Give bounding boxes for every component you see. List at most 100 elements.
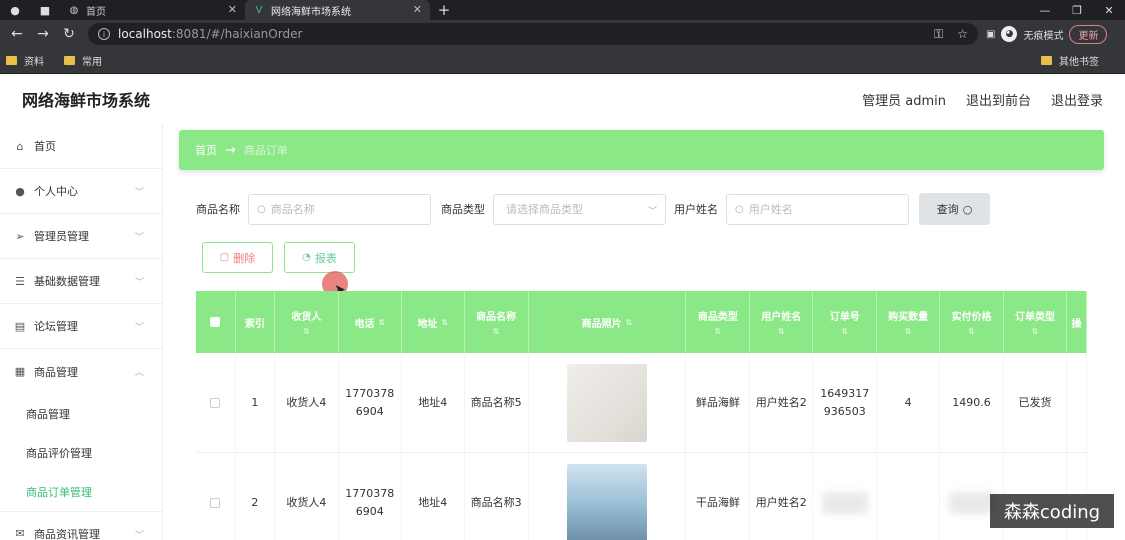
cell-price: 1490.6 (940, 353, 1005, 452)
product-name-input[interactable]: ○ 商品名称 (248, 193, 431, 225)
arrow-right-icon: → (225, 142, 236, 158)
sidebar-item-news[interactable]: ✉ 商品资讯管理 ﹀ (0, 511, 162, 540)
tab-search-icon[interactable]: ■ (30, 0, 60, 20)
sidebar-item-home[interactable]: ⌂ 首页 (0, 124, 162, 169)
column-header[interactable]: 地址 ⇅ (402, 291, 465, 353)
sidebar-item-label: 商品管理 (34, 365, 78, 379)
product-photo[interactable] (567, 463, 647, 540)
sidebar-item-admin[interactable]: ➢ 管理员管理 ﹀ (0, 214, 162, 259)
search-icon: ○ (257, 203, 266, 215)
breadcrumb-home[interactable]: 首页 (195, 142, 217, 158)
restore-icon[interactable]: ❐ (1061, 0, 1093, 20)
new-tab-button[interactable]: + (430, 0, 458, 20)
chevron-down-icon: ﹀ (134, 233, 144, 243)
product-photo[interactable] (567, 363, 647, 442)
column-header: 操 (1067, 291, 1087, 353)
table-row[interactable]: 1 收货人4 17703786904 地址4 商品名称5 鲜品海鲜 用户姓名2 … (196, 353, 1087, 453)
sidebar-item-label: 个人中心 (34, 185, 78, 198)
column-header[interactable]: 商品类型 ⇅ (686, 291, 751, 353)
incognito-icon[interactable]: ◕ (1001, 26, 1018, 42)
chevron-down-icon: ﹀ (134, 531, 144, 540)
select-all-checkbox[interactable] (196, 291, 236, 353)
pie-chart-icon: ◔ (302, 252, 311, 263)
back-icon[interactable]: ← (4, 26, 30, 42)
row-checkbox[interactable] (196, 353, 236, 452)
folder-icon (64, 56, 75, 65)
row-checkbox[interactable] (196, 453, 236, 540)
query-label: 查询 (936, 203, 959, 216)
sidebar-subitem-products[interactable]: 商品管理 (0, 394, 162, 433)
chevron-down-icon: ﹀ (134, 188, 144, 198)
forward-icon[interactable]: → (30, 26, 56, 42)
profile-icon[interactable]: ● (0, 0, 30, 20)
column-header[interactable]: 商品照片 ⇅ (529, 291, 687, 353)
cell-user: 用户姓名2 (750, 353, 814, 452)
bookmark-label: 常用 (82, 57, 102, 68)
logout-link[interactable]: 退出登录 (1051, 90, 1103, 109)
cell-address: 地址4 (402, 453, 465, 540)
column-header[interactable]: 订单号 ⇅ (813, 291, 878, 353)
cell-qty: 4 (877, 353, 941, 452)
product-type-placeholder: 请选择商品类型 (506, 203, 583, 216)
column-header[interactable]: 收货人 ⇅ (275, 291, 339, 353)
bookmark-folder[interactable]: 常用 (64, 53, 102, 68)
reload-icon[interactable]: ↻ (56, 26, 82, 42)
product-name-placeholder: 商品名称 (270, 203, 315, 216)
close-icon[interactable]: ✕ (413, 3, 422, 16)
delete-label: 删除 (233, 251, 256, 265)
key-icon[interactable]: ⚿ (934, 27, 943, 42)
update-button[interactable]: 更新 (1069, 24, 1108, 44)
window-close-icon[interactable]: ✕ (1093, 0, 1125, 20)
folder-icon (6, 56, 17, 65)
sidebar-item-profile[interactable]: ● 个人中心 ﹀ (0, 169, 162, 214)
sidebar-item-label: 管理员管理 (34, 230, 89, 243)
globe-icon: ◍ (69, 4, 79, 16)
exit-to-frontend-link[interactable]: 退出到前台 (966, 90, 1031, 109)
product-name-label: 商品名称 (196, 203, 240, 216)
star-icon[interactable]: ☆ (957, 27, 968, 42)
cell-photo (529, 353, 687, 452)
sidepanel-icon[interactable]: ▣ (986, 29, 995, 40)
bookmark-folder[interactable]: 资料 (6, 53, 44, 68)
close-icon[interactable]: ✕ (228, 3, 237, 16)
sidebar-subitem-reviews[interactable]: 商品评价管理 (0, 433, 162, 472)
column-header[interactable]: 订单类型 ⇅ (1004, 291, 1067, 353)
chevron-down-icon: ﹀ (134, 278, 144, 288)
sort-icon: ⇅ (968, 327, 975, 336)
query-button[interactable]: 查询 ○ (919, 193, 990, 225)
sidebar-item-base-data[interactable]: ☰ 基础数据管理 ﹀ (0, 259, 162, 304)
trash-icon: ▢ (219, 252, 230, 263)
address-bar[interactable]: i localhost :8081/#/haixianOrder ⚿ ☆ (88, 23, 978, 45)
chevron-down-icon: ﹀ (134, 323, 144, 333)
minimize-icon[interactable]: — (1029, 0, 1061, 20)
report-button[interactable]: ◔ 报表 (284, 242, 355, 273)
info-icon[interactable]: i (98, 28, 110, 40)
grid-icon: ▦ (14, 365, 26, 378)
sidebar-item-products[interactable]: ▦ 商品管理 ︿ (0, 349, 162, 394)
breadcrumb: 首页 → 商品订单 (179, 130, 1104, 170)
sidebar-item-forum[interactable]: ▤ 论坛管理 ﹀ (0, 304, 162, 349)
cell-index: 1 (236, 353, 275, 452)
column-header[interactable]: 用户姓名 ⇅ (750, 291, 814, 353)
cell-address: 地址4 (402, 353, 465, 452)
browser-tab-active[interactable]: V 网络海鲜市场系统 ✕ (245, 0, 430, 20)
other-bookmarks[interactable]: 其他书签 (1041, 53, 1099, 68)
user-icon: ● (15, 184, 25, 198)
cell-product: 商品名称3 (465, 453, 529, 540)
delete-button[interactable]: ▢ 删除 (202, 242, 273, 273)
column-header[interactable]: 购买数量 ⇅ (877, 291, 941, 353)
browser-tab-home[interactable]: ◍ 首页 ✕ (60, 0, 245, 20)
cell-phone: 17703786904 (339, 453, 402, 540)
column-header[interactable]: 电话 ⇅ (339, 291, 402, 353)
column-header[interactable]: 商品名称 ⇅ (465, 291, 529, 353)
other-bookmarks-label: 其他书签 (1059, 57, 1099, 68)
send-icon: ➢ (15, 229, 25, 243)
sidebar-subitem-orders[interactable]: 商品订单管理 (0, 472, 162, 511)
cell-status: 已发货 (1004, 353, 1067, 452)
table-row[interactable]: 2 收货人4 17703786904 地址4 商品名称3 干品海鲜 用户姓名2 (196, 453, 1087, 540)
browser-tab-bar: ● ■ ◍ 首页 ✕ V 网络海鲜市场系统 ✕ + — ❐ ✕ (0, 0, 1125, 20)
product-type-select[interactable]: 请选择商品类型 ﹀ (493, 193, 666, 225)
column-header[interactable]: 实付价格 ⇅ (940, 291, 1005, 353)
user-name-input[interactable]: ○ 用户姓名 (726, 193, 909, 225)
cell-index: 2 (236, 453, 275, 540)
